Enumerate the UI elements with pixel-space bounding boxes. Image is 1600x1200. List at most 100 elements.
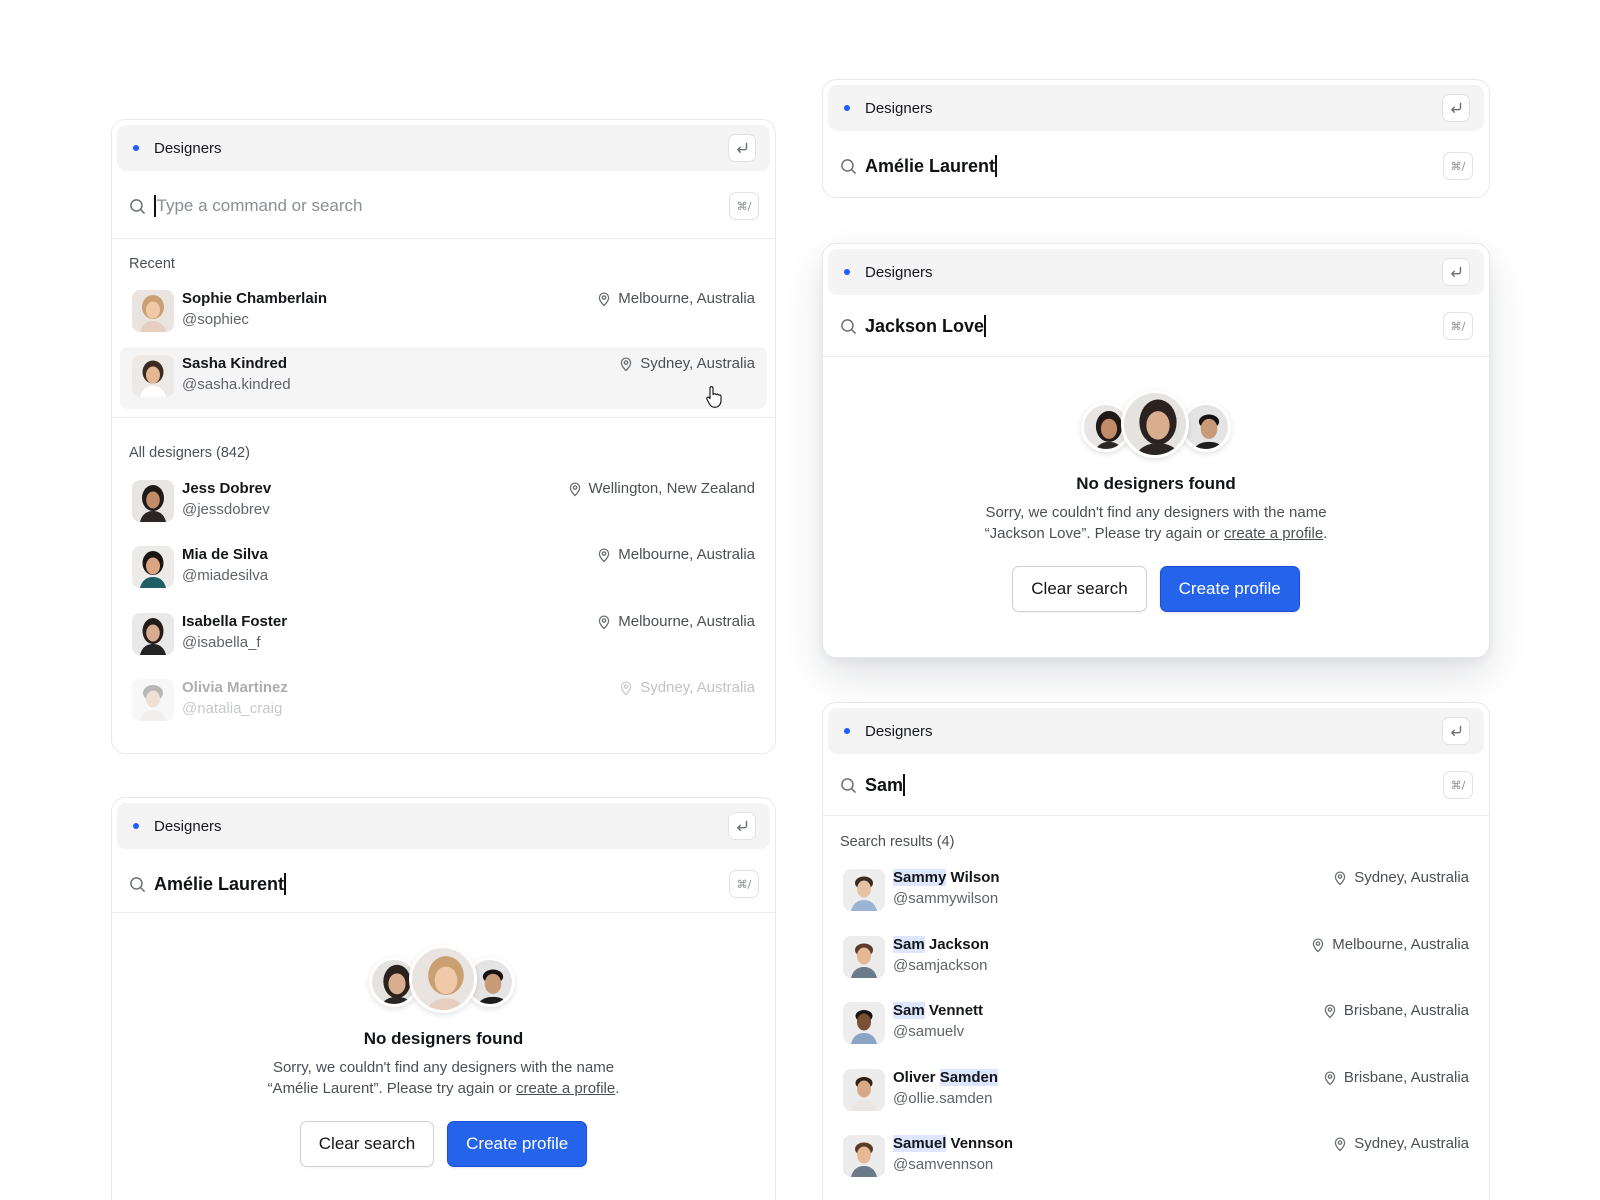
- avatar: [843, 1069, 885, 1111]
- location-pin-icon: [1332, 1136, 1348, 1152]
- avatar-group: [1081, 390, 1231, 460]
- designer-name: Sam Vennett: [893, 1002, 984, 1019]
- search-results-label: Search results (4): [840, 834, 955, 850]
- list-item[interactable]: Sam Jackson @samjackson Melbourne, Austr…: [831, 928, 1481, 990]
- status-dot: [844, 728, 850, 734]
- location-pin-icon: [1322, 1070, 1338, 1086]
- search-icon: [840, 777, 857, 794]
- location-pin-icon: [1310, 937, 1326, 953]
- search-input-placeholder[interactable]: Type a command or search: [157, 196, 363, 216]
- panel-title: Designers: [865, 722, 933, 740]
- designer-handle: @ollie.samden: [893, 1090, 993, 1107]
- list-item[interactable]: Jess Dobrev @jessdobrev Wellington, New …: [120, 472, 767, 534]
- list-item[interactable]: Sammy Wilson @sammywilson Sydney, Austra…: [831, 861, 1481, 923]
- location-pin-icon: [596, 547, 612, 563]
- designer-name: Isabella Foster: [182, 613, 288, 630]
- list-item[interactable]: Sophie Chamberlain @sophiec Melbourne, A…: [120, 282, 767, 344]
- designer-name: Jess Dobrev: [182, 480, 272, 497]
- divider: [823, 815, 1489, 816]
- return-button[interactable]: [728, 134, 756, 162]
- search-bar[interactable]: Type a command or search ⌘/: [112, 178, 775, 234]
- designer-location: Brisbane, Australia: [1322, 1069, 1469, 1086]
- list-item[interactable]: Isabella Foster @isabella_f Melbourne, A…: [120, 605, 767, 667]
- avatar: [132, 679, 174, 721]
- designers-results-panel: Designers Sam ⌘/ Search results (4) Samm…: [822, 702, 1490, 1200]
- return-button[interactable]: [1442, 717, 1470, 745]
- designers-command-panel: Designers Type a command or search ⌘/ Re…: [111, 119, 776, 754]
- clear-search-button[interactable]: Clear search: [1012, 566, 1147, 612]
- avatar: [843, 869, 885, 911]
- list-item[interactable]: Olivia Martinez @natalia_craig Sydney, A…: [120, 671, 767, 733]
- location-pin-icon: [596, 291, 612, 307]
- designer-location: Sydney, Australia: [618, 679, 755, 696]
- designer-handle: @natalia_craig: [182, 700, 283, 717]
- panel-header: Designers: [828, 85, 1484, 131]
- status-dot: [133, 145, 139, 151]
- avatar: [132, 480, 174, 522]
- designer-handle: @isabella_f: [182, 634, 261, 651]
- list-item[interactable]: Mia de Silva @miadesilva Melbourne, Aust…: [120, 538, 767, 600]
- avatar: [843, 1135, 885, 1177]
- designer-name: Mia de Silva: [182, 546, 268, 563]
- create-profile-button[interactable]: Create profile: [447, 1121, 588, 1167]
- avatar: [843, 1002, 885, 1044]
- return-icon: [1448, 100, 1464, 116]
- divider: [112, 238, 775, 239]
- designer-handle: @jessdobrev: [182, 501, 270, 518]
- list-item[interactable]: Sam Vennett @samuelv Brisbane, Australia: [831, 994, 1481, 1056]
- create-profile-button[interactable]: Create profile: [1159, 566, 1300, 612]
- search-bar[interactable]: Jackson Love ⌘/: [823, 298, 1489, 354]
- location-pin-icon: [596, 614, 612, 630]
- panel-title: Designers: [154, 139, 222, 157]
- designer-name: Samuel Vennson: [893, 1135, 1014, 1152]
- create-profile-link[interactable]: create a profile: [1224, 525, 1323, 542]
- list-item[interactable]: Oliver Samden @ollie.samden Brisbane, Au…: [831, 1061, 1481, 1123]
- list-item[interactable]: Sasha Kindred @sasha.kindred Sydney, Aus…: [120, 347, 767, 409]
- empty-state: No designers found Sorry, we couldn't fi…: [112, 945, 775, 1167]
- return-icon: [1448, 264, 1464, 280]
- search-icon: [840, 158, 857, 175]
- return-icon: [1448, 723, 1464, 739]
- return-button[interactable]: [1442, 94, 1470, 122]
- shortcut-key: ⌘/: [1443, 312, 1473, 340]
- location-pin-icon: [567, 481, 583, 497]
- panel-title: Designers: [154, 817, 222, 835]
- status-dot: [133, 823, 139, 829]
- search-bar[interactable]: Amélie Laurent ⌘/: [823, 138, 1489, 194]
- clear-search-button[interactable]: Clear search: [299, 1121, 435, 1167]
- panel-header: Designers: [117, 803, 770, 849]
- designer-location: Brisbane, Australia: [1322, 1002, 1469, 1019]
- text-caret: [284, 873, 286, 895]
- designer-handle: @miadesilva: [182, 567, 269, 584]
- designer-location: Melbourne, Australia: [596, 290, 755, 307]
- search-input[interactable]: Amélie Laurent: [154, 874, 284, 895]
- designer-handle: @samuelv: [893, 1023, 965, 1040]
- hand-cursor-icon: [706, 386, 722, 408]
- search-input[interactable]: Amélie Laurent: [865, 156, 995, 177]
- search-input[interactable]: Jackson Love: [865, 316, 984, 337]
- return-icon: [734, 140, 750, 156]
- text-caret: [903, 774, 905, 796]
- designer-name: Sasha Kindred: [182, 355, 288, 372]
- search-bar[interactable]: Sam ⌘/: [823, 757, 1489, 813]
- return-button[interactable]: [1442, 258, 1470, 286]
- empty-title: No designers found: [1076, 474, 1236, 493]
- recent-label: Recent: [129, 256, 175, 272]
- return-button[interactable]: [728, 812, 756, 840]
- search-bar[interactable]: Amélie Laurent ⌘/: [112, 856, 775, 912]
- panel-header: Designers: [828, 708, 1484, 754]
- designer-location: Melbourne, Australia: [1310, 936, 1469, 953]
- text-caret: [984, 315, 986, 337]
- shortcut-key: ⌘/: [1443, 771, 1473, 799]
- designer-name: Sophie Chamberlain: [182, 290, 328, 307]
- designer-location: Sydney, Australia: [618, 355, 755, 372]
- create-profile-link[interactable]: create a profile: [516, 1080, 615, 1097]
- avatar: [132, 355, 174, 397]
- designer-location: Melbourne, Australia: [596, 546, 755, 563]
- designer-handle: @sasha.kindred: [182, 376, 291, 393]
- search-input[interactable]: Sam: [865, 775, 903, 796]
- list-item[interactable]: Samuel Vennson @samvennson Sydney, Austr…: [831, 1127, 1481, 1189]
- search-icon: [129, 876, 146, 893]
- designer-handle: @samjackson: [893, 957, 988, 974]
- divider: [112, 417, 775, 418]
